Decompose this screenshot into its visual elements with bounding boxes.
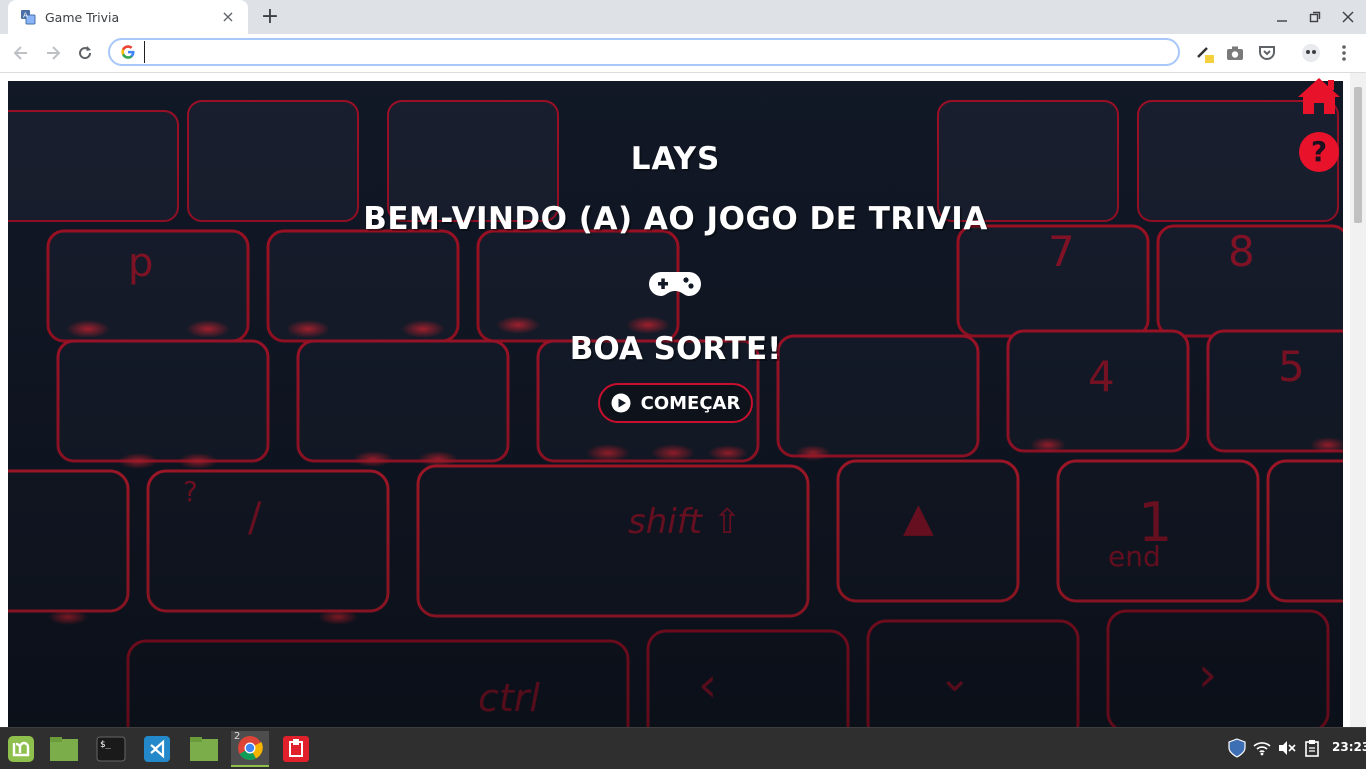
start-button[interactable]: COMEÇAR xyxy=(598,383,753,423)
play-circle-icon xyxy=(611,393,631,413)
page-viewport: p 7 8 4 5 shift ⇧ 1 end ctrl ▲ ‹ › ⌄ / ?… xyxy=(0,73,1366,727)
shield-icon[interactable] xyxy=(1227,738,1247,758)
browser-toolbar xyxy=(0,34,1366,73)
google-icon xyxy=(120,44,136,60)
volume-icon[interactable] xyxy=(1277,738,1297,758)
taskbar: $_ 2 23:23 xyxy=(0,727,1366,769)
clipboard-icon[interactable] xyxy=(1302,738,1322,758)
back-arrow-icon[interactable] xyxy=(8,40,34,66)
terminal-icon[interactable]: $_ xyxy=(92,731,130,767)
translate-favicon-icon: A xyxy=(20,9,36,25)
page-scrollbar[interactable] xyxy=(1350,73,1366,727)
vscode-icon[interactable] xyxy=(138,731,176,767)
minimize-icon[interactable] xyxy=(1266,0,1298,34)
pocket-extension-icon[interactable] xyxy=(1256,42,1278,64)
forward-arrow-icon[interactable] xyxy=(40,40,66,66)
good-luck-text: BOA SORTE! xyxy=(569,331,782,367)
folder-icon[interactable] xyxy=(185,731,223,767)
anydesk-icon[interactable] xyxy=(277,731,315,767)
address-bar[interactable] xyxy=(108,38,1180,66)
welcome-title: BEM-VINDO (A) AO JOGO DE TRIVIA xyxy=(363,201,988,237)
mint-menu-icon[interactable] xyxy=(2,731,40,767)
wifi-icon[interactable] xyxy=(1252,738,1272,758)
close-icon[interactable] xyxy=(1332,0,1364,34)
tab-close-icon[interactable]: × xyxy=(220,9,236,25)
new-tab-button[interactable]: + xyxy=(258,5,282,29)
svg-text:?: ? xyxy=(1311,135,1327,168)
svg-text:A: A xyxy=(23,12,28,20)
browser-tab[interactable]: A Game Trivia × xyxy=(8,0,248,34)
camera-extension-icon[interactable] xyxy=(1224,42,1246,64)
files-icon[interactable] xyxy=(45,731,83,767)
chrome-window-count: 2 xyxy=(234,731,241,742)
scrollbar-thumb[interactable] xyxy=(1354,87,1362,223)
chrome-icon[interactable]: 2 xyxy=(231,731,269,767)
svg-text:$_: $_ xyxy=(100,740,111,750)
url-input[interactable] xyxy=(144,41,1178,63)
profile-avatar-icon[interactable] xyxy=(1300,42,1322,64)
eyedropper-extension-icon[interactable] xyxy=(1193,42,1215,64)
reload-icon[interactable] xyxy=(72,40,98,66)
restore-icon[interactable] xyxy=(1299,0,1331,34)
menu-kebab-icon[interactable] xyxy=(1333,42,1355,64)
tab-strip: A Game Trivia × + xyxy=(0,0,1366,34)
clock[interactable]: 23:23 xyxy=(1332,740,1366,754)
player-name: LAYS xyxy=(630,141,721,177)
gamepad-icon xyxy=(649,269,701,299)
help-icon[interactable]: ? xyxy=(1296,129,1342,175)
start-button-label: COMEÇAR xyxy=(640,392,741,414)
tab-title: Game Trivia xyxy=(45,9,120,25)
home-icon[interactable] xyxy=(1296,73,1342,119)
